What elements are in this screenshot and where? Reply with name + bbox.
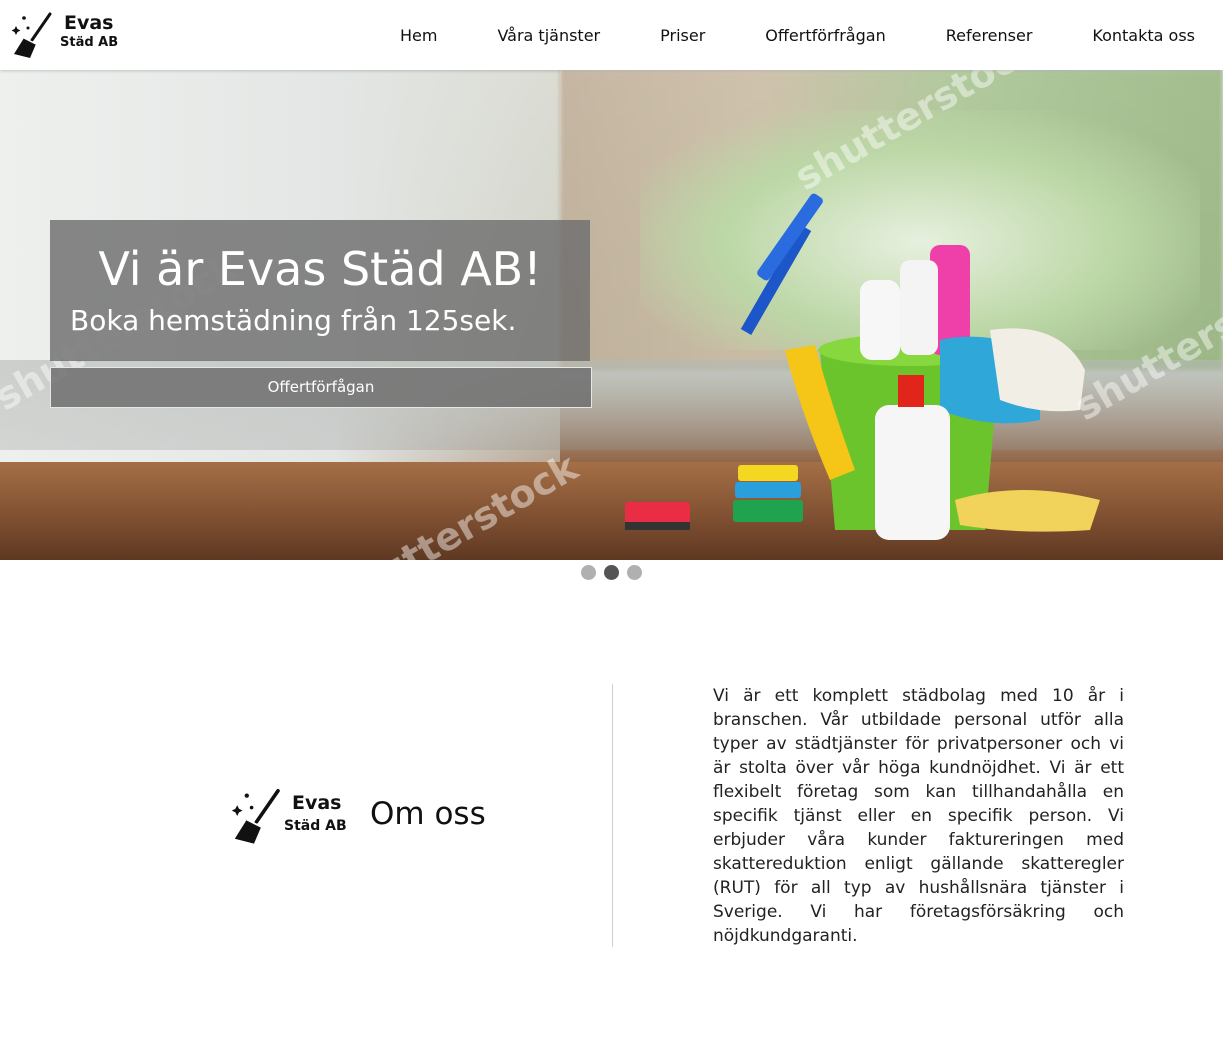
slider-dot-3[interactable] [627,565,642,580]
slider-dot-1[interactable] [581,565,596,580]
hero-subtitle: Boka hemstädning från 125sek. [70,304,517,337]
nav-item-referenser[interactable]: Referenser [946,26,1033,45]
broom-icon [231,789,280,844]
nav-item-priser[interactable]: Priser [660,26,705,45]
brand-logo[interactable]: Evas Städ AB [10,10,120,60]
slider-dots [0,565,1223,580]
hero-caption-box: Vi är Evas Städ AB! Boka hemstädning frå… [50,220,590,361]
broom-icon [11,12,52,58]
nav-item-kontakta-oss[interactable]: Kontakta oss [1092,26,1195,45]
main-nav: Hem Våra tjänster Priser Offertförfrågan… [400,0,1195,70]
site-header: Evas Städ AB Hem Våra tjänster Priser Of… [0,0,1223,70]
about-brand-line2: Städ AB [284,818,347,834]
about-brand-logo: Evas Städ AB [230,786,350,846]
hero-title: Vi är Evas Städ AB! [98,242,542,296]
nav-item-hem[interactable]: Hem [400,26,437,45]
quote-request-button[interactable]: Offertförfågan [50,367,592,408]
about-text: Vi är ett komplett städbolag med 10 år i… [713,686,1124,946]
hero-slider: shutterstock shutterstock shutterstock s… [0,70,1223,560]
nav-item-vara-tjanster[interactable]: Våra tjänster [497,26,600,45]
nav-item-offertforfragan[interactable]: Offertförfrågan [765,26,885,45]
section-divider [612,684,613,947]
slider-dot-2[interactable] [604,565,619,580]
about-title: Om oss [370,796,486,832]
brand-name-line1: Evas [64,12,114,34]
about-brand-line1: Evas [292,792,342,814]
brand-name-line2: Städ AB [60,35,119,50]
